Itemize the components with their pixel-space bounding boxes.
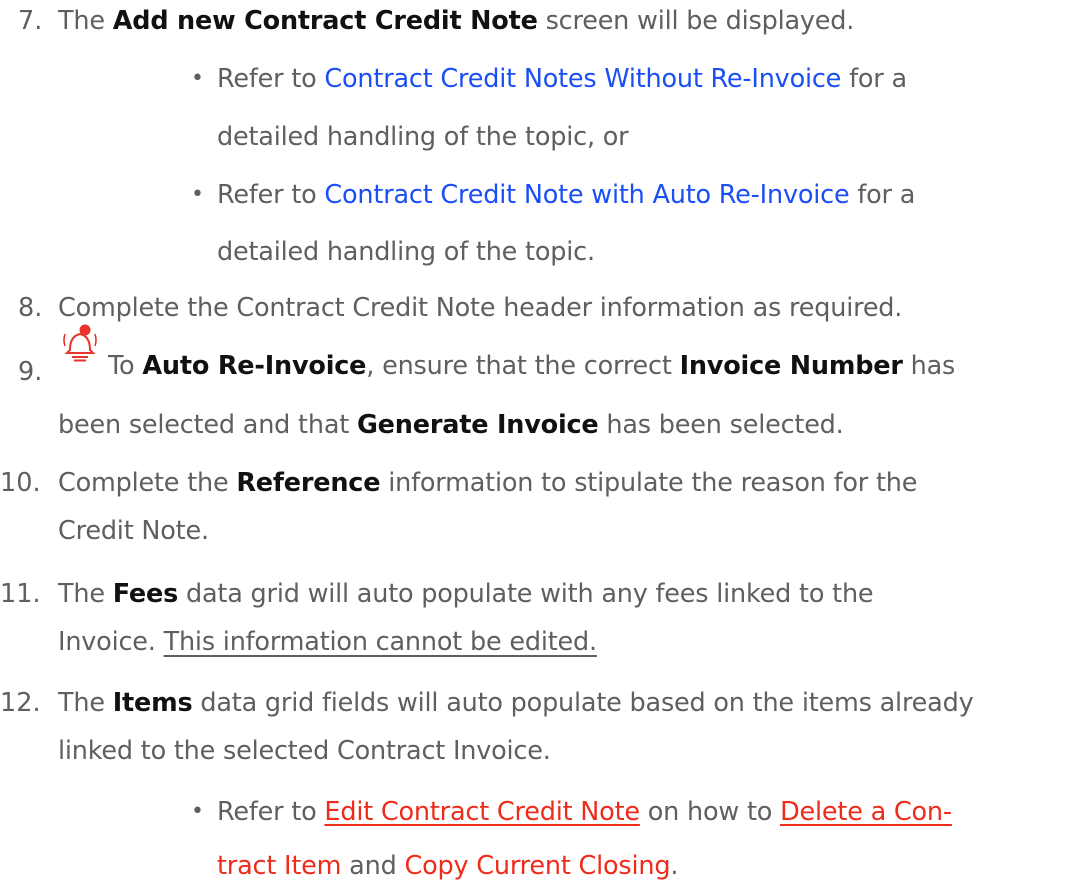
bullet-dot: • <box>191 66 204 91</box>
sub-12a-line-2: tract Item and Copy Current Closing. <box>217 851 679 881</box>
step-9-line-2: been selected and that Generate Invoice … <box>58 410 844 440</box>
step-11-number: 11. <box>0 579 41 609</box>
step-12-line-2: linked to the selected Contract Invoice. <box>58 736 551 766</box>
link-delete-contract-item-cont[interactable]: tract Item <box>217 851 341 881</box>
link-edit-contract-credit-note[interactable]: Edit Contract Credit Note <box>324 797 640 827</box>
screen-name: Add new Contract Credit Note <box>112 6 538 36</box>
step-10-line-2: Credit Note. <box>58 516 209 546</box>
step-12-number: 12. <box>0 688 41 718</box>
step-7-text: The Add new Contract Credit Note screen … <box>58 6 855 36</box>
underlined-note: This information cannot be edited. <box>163 627 597 657</box>
step-9-line-1: To Auto Re-Invoice, ensure that the corr… <box>108 351 956 381</box>
sub-12a-line-1: Refer to Edit Contract Credit Note on ho… <box>217 797 952 827</box>
sub-7b-line-2: detailed handling of the topic. <box>217 237 595 267</box>
bullet-dot: • <box>191 799 204 824</box>
bell-alert-icon <box>63 324 97 362</box>
step-9-number: 9. <box>18 357 43 387</box>
bullet-dot: • <box>191 182 204 207</box>
link-credit-note-auto-reinvoice[interactable]: Contract Credit Note with Auto Re-Invoic… <box>324 180 849 210</box>
step-11-line-1: The Fees data grid will auto populate wi… <box>58 579 874 609</box>
step-10-line-1: Complete the Reference information to st… <box>58 468 918 498</box>
link-credit-notes-without-reinvoice[interactable]: Contract Credit Notes Without Re-Invoice <box>324 64 841 94</box>
step-8-text: Complete the Contract Credit Note header… <box>58 293 903 323</box>
step-12-line-1: The Items data grid fields will auto pop… <box>58 688 974 718</box>
sub-7a-line-2: detailed handling of the topic, or <box>217 122 629 152</box>
link-delete-contract-item[interactable]: Delete a Con- <box>780 797 952 827</box>
sub-7b-line-1: Refer to Contract Credit Note with Auto … <box>217 180 916 210</box>
step-10-number: 10. <box>0 468 41 498</box>
link-copy-current-closing[interactable]: Copy Current Closing <box>404 851 670 881</box>
step-8-number: 8. <box>18 293 43 323</box>
document-page: 7. The Add new Contract Credit Note scre… <box>0 0 1075 881</box>
step-7-number: 7. <box>18 6 43 36</box>
sub-7a-line-1: Refer to Contract Credit Notes Without R… <box>217 64 907 94</box>
step-11-line-2: Invoice. This information cannot be edit… <box>58 627 597 657</box>
